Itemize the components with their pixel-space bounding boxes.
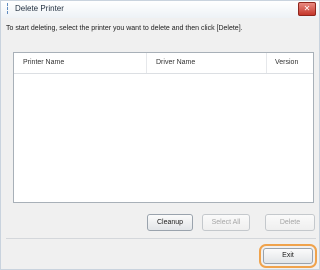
column-printer-name[interactable]: Printer Name (23, 58, 64, 68)
divider (6, 238, 316, 239)
title-bar: ┆ Delete Printer ✕ (1, 1, 319, 18)
delete-printer-window: ┆ Delete Printer ✕ To start deleting, se… (0, 0, 320, 270)
column-separator[interactable] (266, 53, 267, 73)
close-button[interactable]: ✕ (298, 2, 316, 16)
select-all-button[interactable]: Select All (202, 214, 250, 231)
column-driver-name[interactable]: Driver Name (156, 58, 195, 68)
printer-icon: ┆ (4, 4, 11, 15)
window-title: Delete Printer (15, 4, 64, 13)
instruction-text: To start deleting, select the printer yo… (6, 25, 243, 32)
list-header: Printer Name Driver Name Version (14, 53, 313, 74)
cleanup-button[interactable]: Cleanup (147, 214, 193, 231)
printer-list[interactable]: Printer Name Driver Name Version (13, 52, 314, 203)
exit-button[interactable]: Exit (263, 248, 313, 264)
column-version[interactable]: Version (275, 58, 298, 68)
delete-button[interactable]: Delete (265, 214, 315, 231)
column-separator[interactable] (146, 53, 147, 73)
